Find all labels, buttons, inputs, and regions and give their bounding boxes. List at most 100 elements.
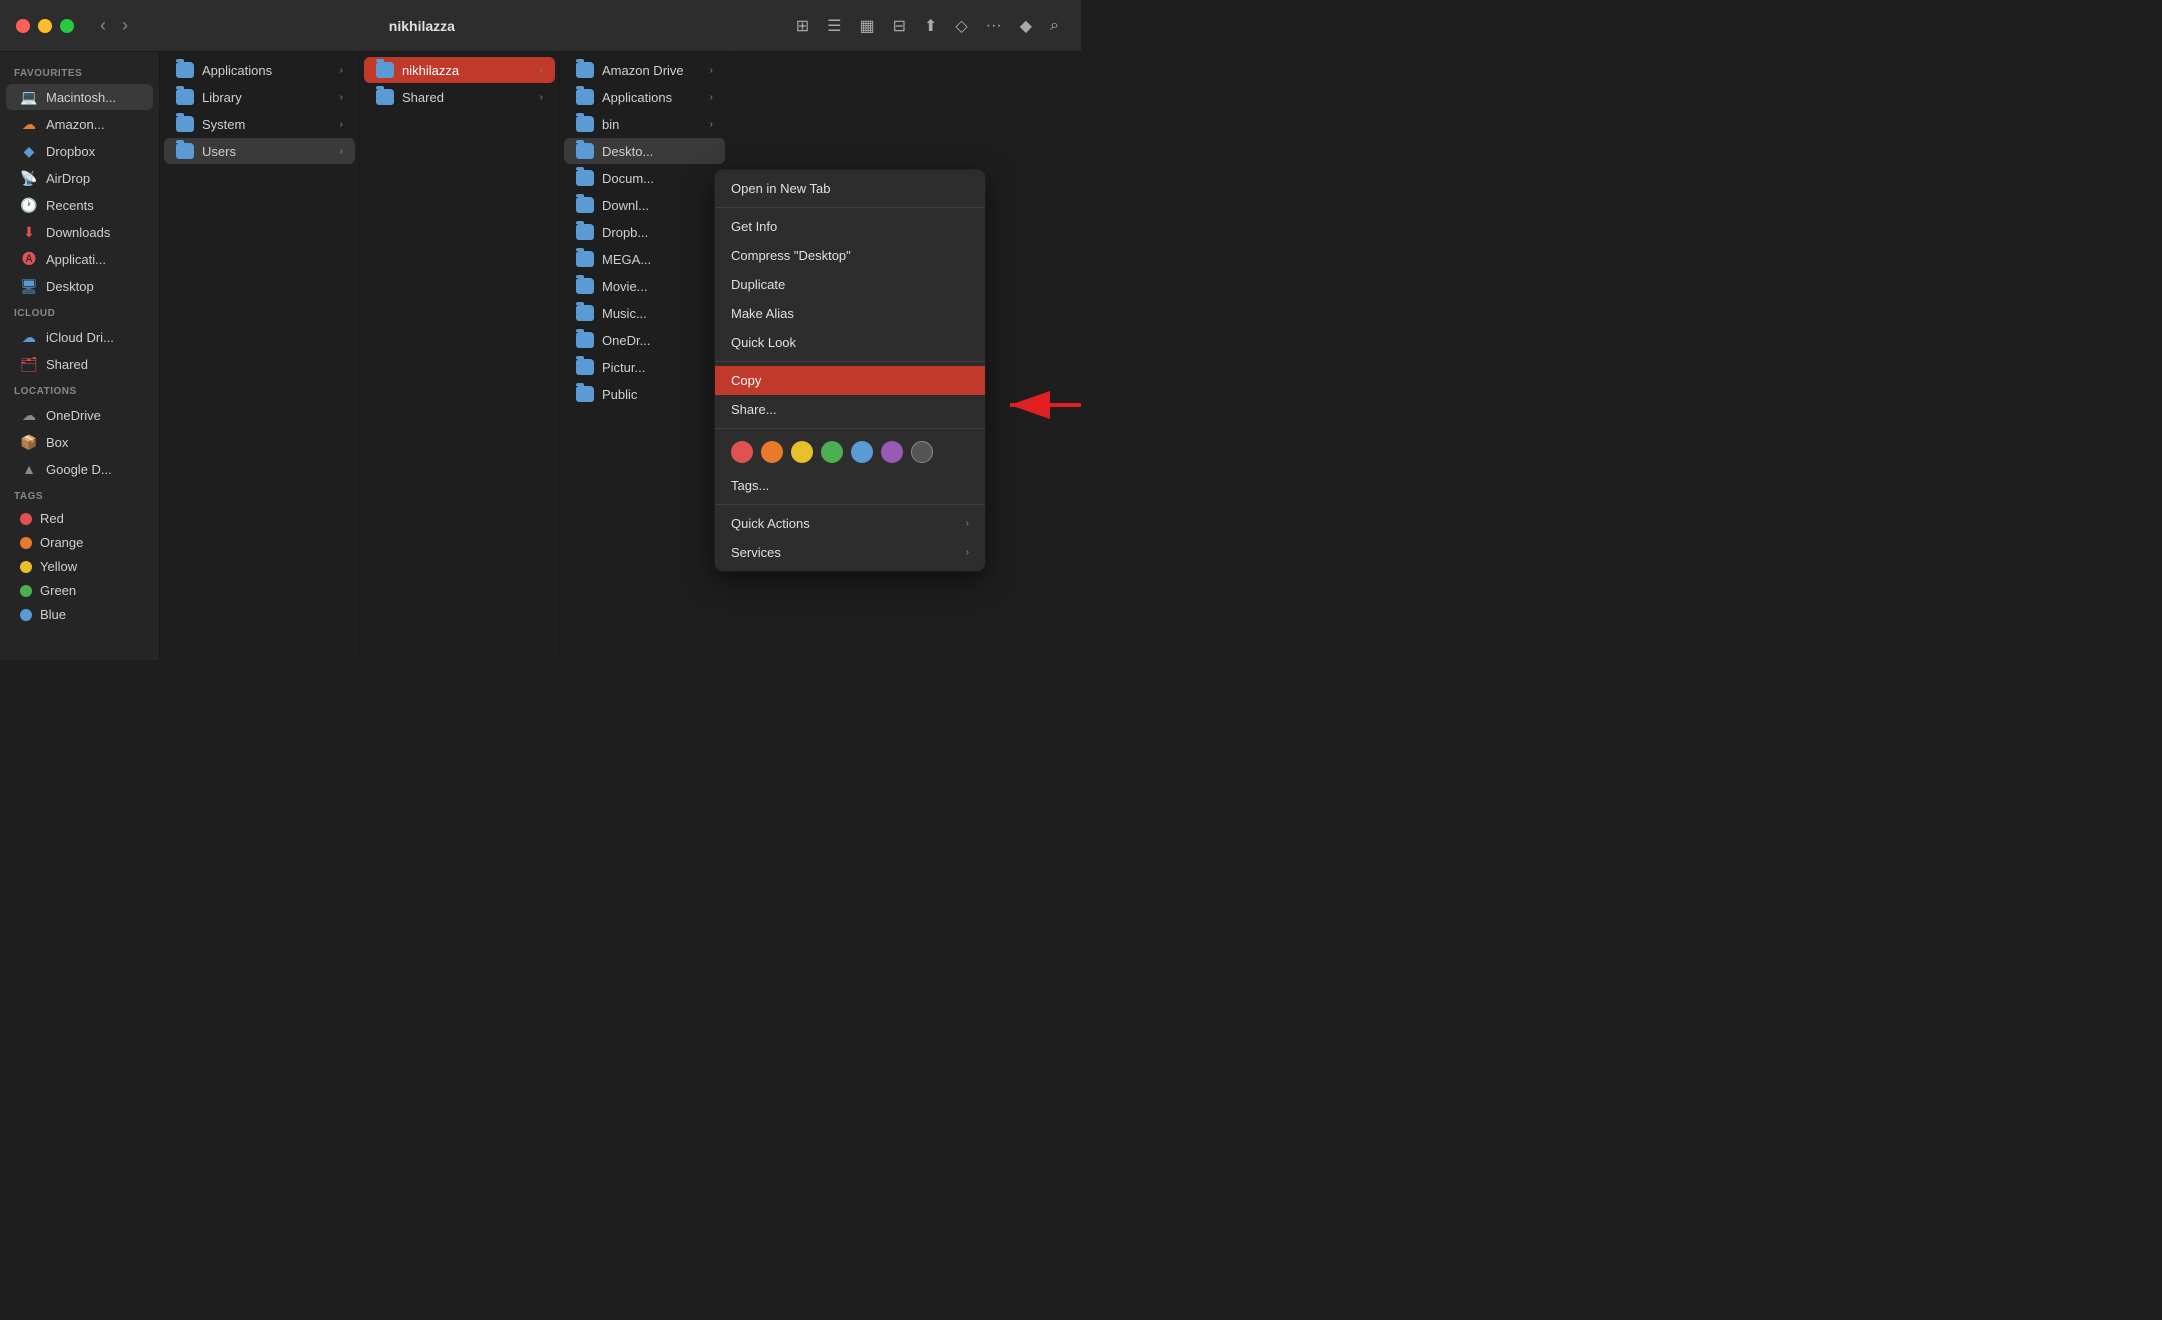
context-menu: Open in New Tab Get Info Compress "Deskt… — [715, 170, 985, 571]
menu-get-info[interactable]: Get Info — [715, 212, 985, 241]
col2-shared[interactable]: Shared › — [364, 84, 555, 110]
menu-item-label: Copy — [731, 373, 761, 388]
view-gallery-icon[interactable]: ⊟ — [887, 12, 912, 40]
sidebar-item-applications[interactable]: 🅐 Applicati... — [6, 246, 153, 272]
tag-icon[interactable]: ◇ — [949, 12, 973, 40]
col3-applications[interactable]: Applications › — [564, 84, 725, 110]
folder-icon — [576, 143, 594, 159]
menu-item-label: Open in New Tab — [731, 181, 831, 196]
sidebar-item-tag-orange[interactable]: Orange — [6, 531, 153, 554]
col3-music[interactable]: Music... — [564, 300, 725, 326]
folder-icon — [576, 278, 594, 294]
sidebar-item-tag-red[interactable]: Red — [6, 507, 153, 530]
tag-gray-circle[interactable] — [911, 441, 933, 463]
menu-share[interactable]: Share... — [715, 395, 985, 424]
col1-applications[interactable]: Applications › — [164, 57, 355, 83]
macintosh-icon: 💻 — [20, 88, 38, 106]
folder-icon — [176, 62, 194, 78]
col3-label: Docum... — [602, 171, 654, 186]
col1-system[interactable]: System › — [164, 111, 355, 137]
toolbar-icons: ⊞ ☰ ▦ ⊟ ⬆ ◇ ··· ◆ ⌕ — [790, 12, 1065, 40]
col3-label: bin — [602, 117, 619, 132]
menu-make-alias[interactable]: Make Alias — [715, 299, 985, 328]
folder-icon — [176, 116, 194, 132]
col3-documents[interactable]: Docum... — [564, 165, 725, 191]
col3-desktop[interactable]: Deskto... — [564, 138, 725, 164]
menu-copy[interactable]: Copy — [715, 366, 985, 395]
view-column-icon[interactable]: ▦ — [853, 12, 880, 40]
minimize-button[interactable] — [38, 19, 52, 33]
sidebar-item-dropbox[interactable]: ◆ Dropbox — [6, 138, 153, 164]
share-icon[interactable]: ⬆ — [918, 12, 943, 40]
col3-onedrive[interactable]: OneDr... — [564, 327, 725, 353]
tag-blue-dot — [20, 609, 32, 621]
sidebar-item-label: Applicati... — [46, 252, 106, 267]
col3-dropbox[interactable]: Dropb... — [564, 219, 725, 245]
sidebar-item-downloads[interactable]: ⬇ Downloads — [6, 219, 153, 245]
col3-downloads[interactable]: Downl... — [564, 192, 725, 218]
menu-services[interactable]: Services › — [715, 538, 985, 567]
menu-quick-actions[interactable]: Quick Actions › — [715, 509, 985, 538]
menu-compress[interactable]: Compress "Desktop" — [715, 241, 985, 270]
menu-divider — [715, 504, 985, 505]
sidebar-item-label: Recents — [46, 198, 94, 213]
sidebar-item-macintosh[interactable]: 💻 Macintosh... — [6, 84, 153, 110]
tag-blue-circle[interactable] — [851, 441, 873, 463]
view-grid-icon[interactable]: ⊞ — [790, 12, 815, 40]
col1-applications-label: Applications — [202, 63, 272, 78]
menu-divider — [715, 361, 985, 362]
menu-open-new-tab[interactable]: Open in New Tab — [715, 174, 985, 203]
menu-quick-look[interactable]: Quick Look — [715, 328, 985, 357]
more-icon[interactable]: ··· — [980, 13, 1008, 39]
sidebar-item-label: Google D... — [46, 462, 112, 477]
downloads-icon: ⬇ — [20, 223, 38, 241]
chevron-right-icon: › — [340, 65, 343, 76]
dropbox-icon[interactable]: ◆ — [1014, 12, 1038, 40]
menu-divider — [715, 207, 985, 208]
sidebar-item-tag-blue[interactable]: Blue — [6, 603, 153, 626]
sidebar-item-google-drive[interactable]: ▲ Google D... — [6, 456, 153, 482]
menu-item-label: Make Alias — [731, 306, 794, 321]
col3-pictures[interactable]: Pictur... — [564, 354, 725, 380]
col1-users[interactable]: Users › — [164, 138, 355, 164]
view-list-icon[interactable]: ☰ — [821, 12, 847, 40]
col3-bin[interactable]: bin › — [564, 111, 725, 137]
menu-duplicate[interactable]: Duplicate — [715, 270, 985, 299]
sidebar-item-label: Red — [40, 511, 64, 526]
close-button[interactable] — [16, 19, 30, 33]
sidebar-item-shared[interactable]: 🗂 Shared — [6, 351, 153, 377]
sidebar-item-label: Desktop — [46, 279, 94, 294]
col3-movies[interactable]: Movie... — [564, 273, 725, 299]
sidebar-item-amazon[interactable]: ☁ Amazon... — [6, 111, 153, 137]
col3-label: Music... — [602, 306, 647, 321]
sidebar-item-box[interactable]: 📦 Box — [6, 429, 153, 455]
tag-yellow-circle[interactable] — [791, 441, 813, 463]
folder-icon — [576, 89, 594, 105]
col3-amazon-drive[interactable]: Amazon Drive › — [564, 57, 725, 83]
col3-mega[interactable]: MEGA... — [564, 246, 725, 272]
sidebar-item-airdrop[interactable]: 📡 AirDrop — [6, 165, 153, 191]
sidebar-item-onedrive[interactable]: ☁ OneDrive — [6, 402, 153, 428]
sidebar-item-label: Macintosh... — [46, 90, 116, 105]
chevron-right-icon: › — [710, 65, 713, 76]
sidebar-item-icloud-drive[interactable]: ☁ iCloud Dri... — [6, 324, 153, 350]
sidebar-item-recents[interactable]: 🕐 Recents — [6, 192, 153, 218]
tag-green-circle[interactable] — [821, 441, 843, 463]
menu-tags[interactable]: Tags... — [715, 471, 985, 500]
col3-public[interactable]: Public — [564, 381, 725, 407]
tag-red-circle[interactable] — [731, 441, 753, 463]
col1-library[interactable]: Library › — [164, 84, 355, 110]
sidebar-item-tag-yellow[interactable]: Yellow — [6, 555, 153, 578]
sidebar-item-label: Blue — [40, 607, 66, 622]
col2-nikhilazza[interactable]: nikhilazza › — [364, 57, 555, 83]
tag-green-dot — [20, 585, 32, 597]
favourites-label: Favourites — [0, 60, 159, 83]
icloud-label: iCloud — [0, 300, 159, 323]
tag-orange-circle[interactable] — [761, 441, 783, 463]
tag-purple-circle[interactable] — [881, 441, 903, 463]
folder-icon — [376, 62, 394, 78]
sidebar-item-desktop[interactable]: 🖥 Desktop — [6, 273, 153, 299]
sidebar-item-tag-green[interactable]: Green — [6, 579, 153, 602]
search-icon[interactable]: ⌕ — [1044, 13, 1065, 39]
box-icon: 📦 — [20, 433, 38, 451]
